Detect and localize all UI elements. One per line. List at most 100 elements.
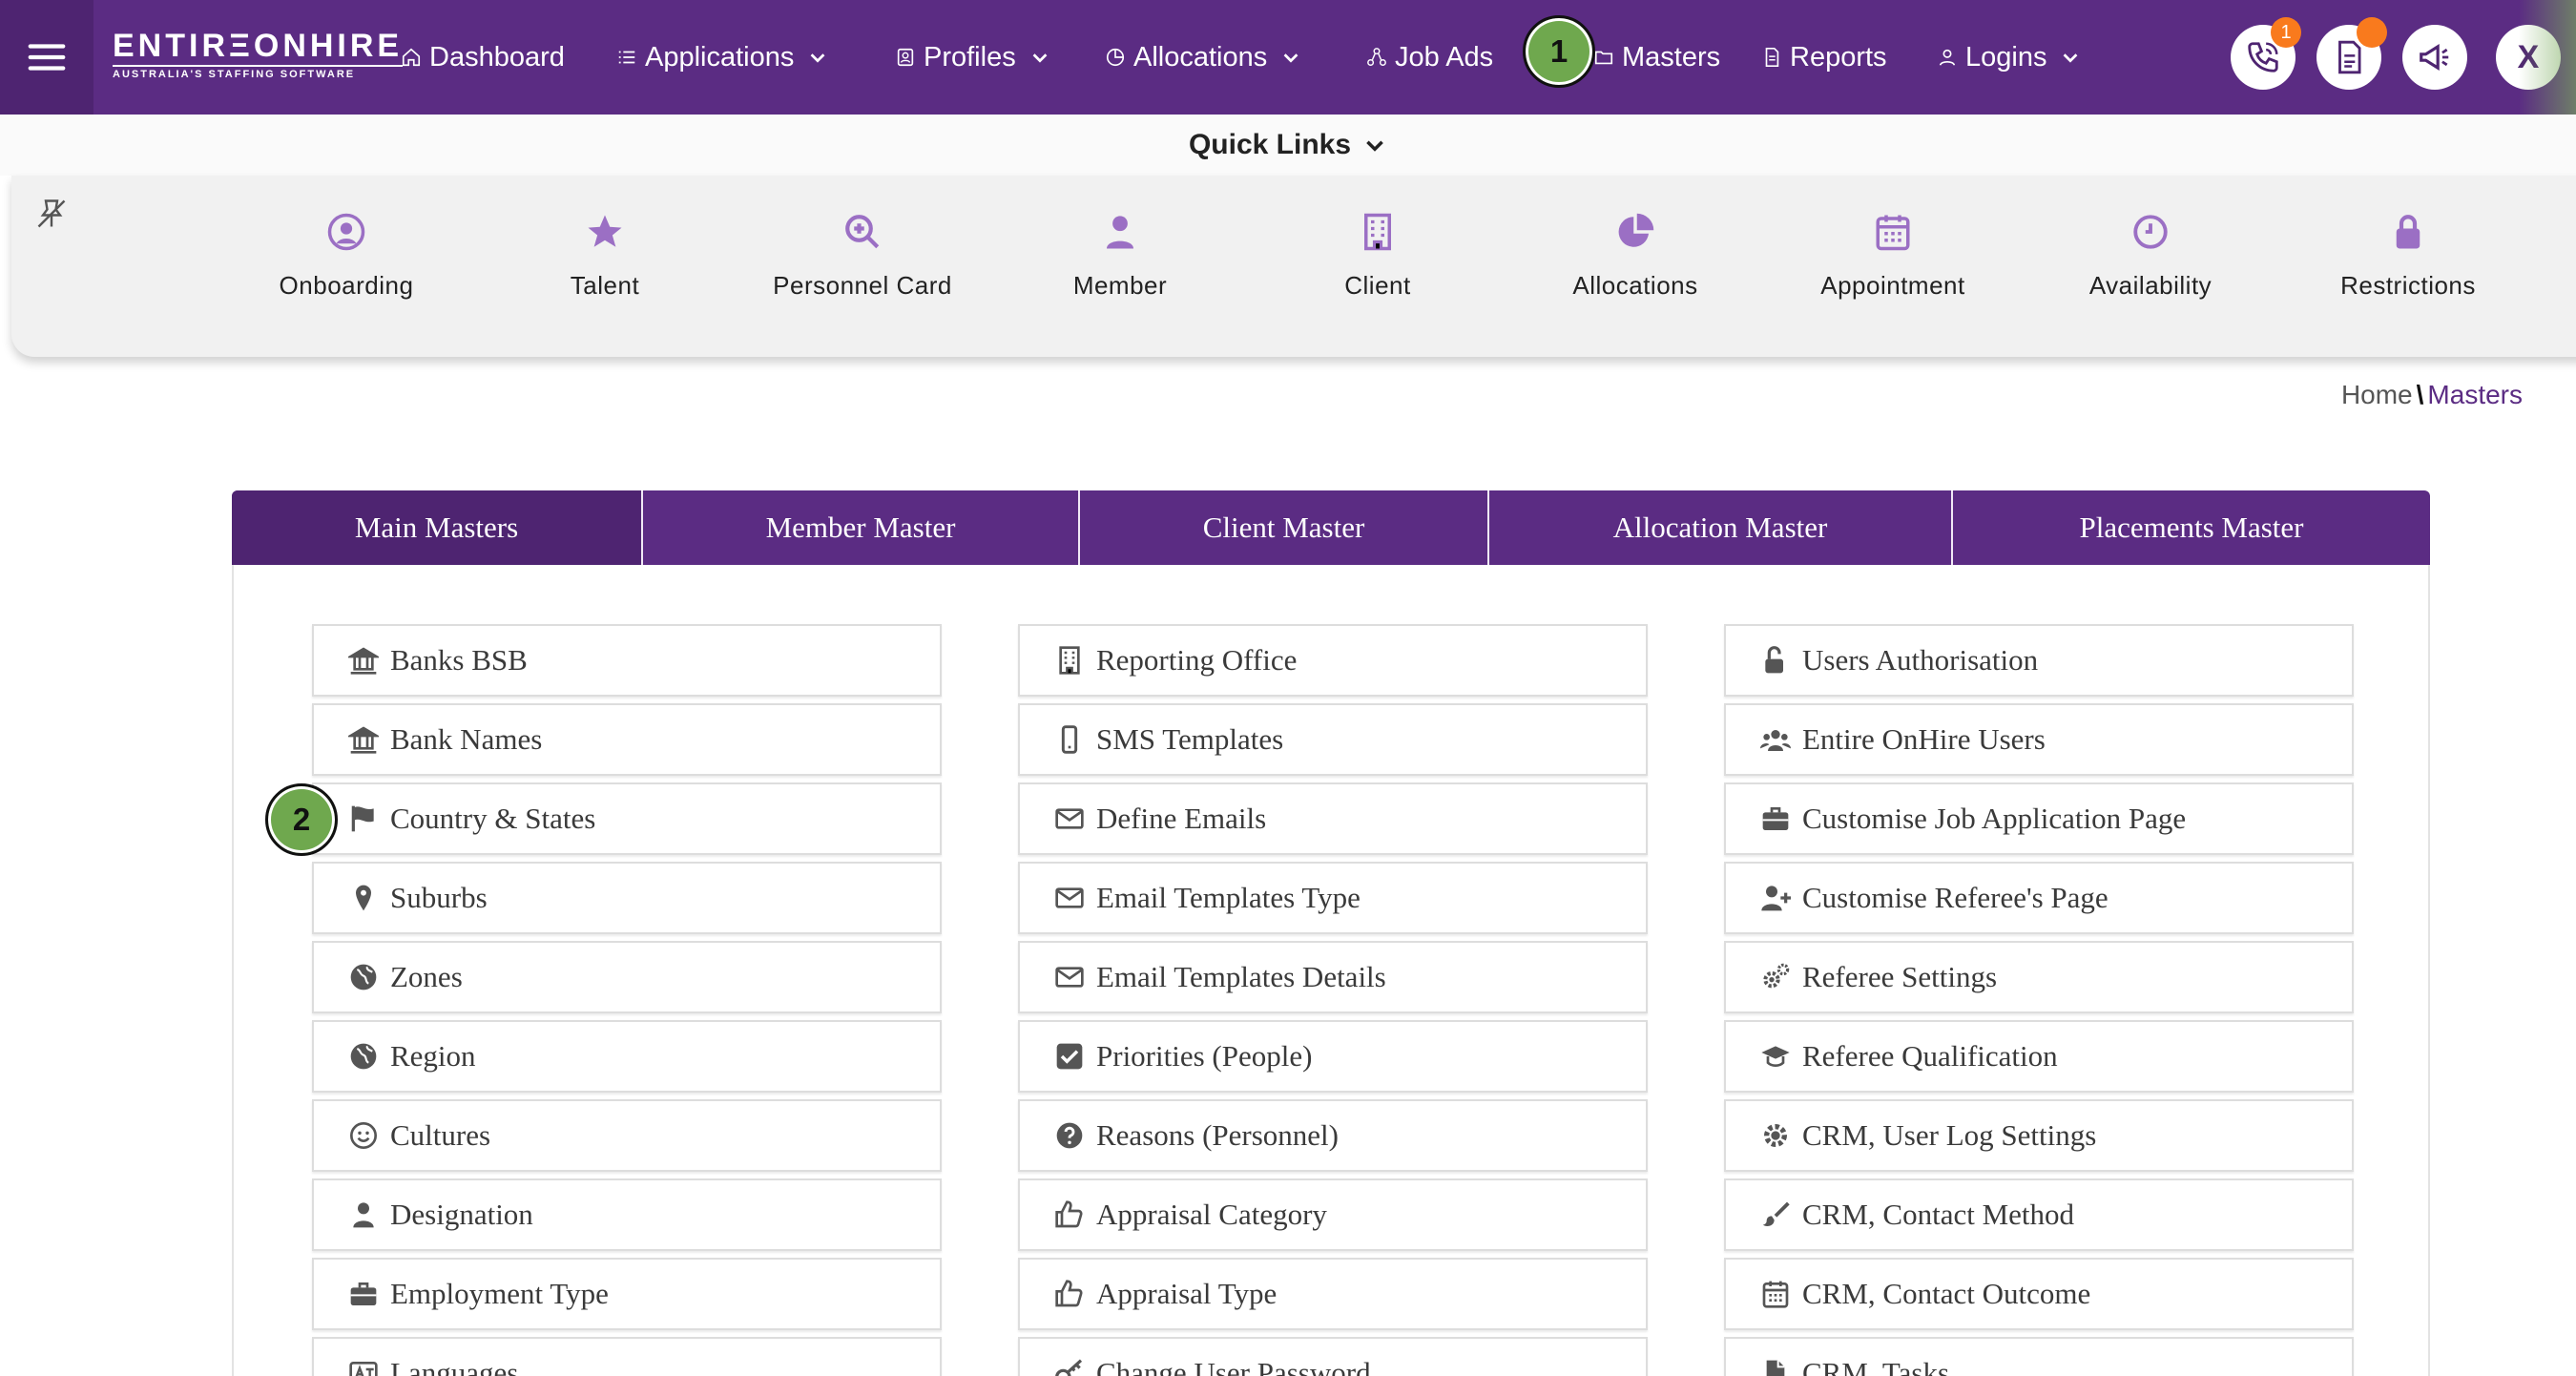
nav-dashboard-label: Dashboard bbox=[429, 41, 565, 73]
app-logo[interactable]: ENTIRΞONHIRE AUSTRALIA'S STAFFING SOFTWA… bbox=[113, 29, 404, 80]
master-languages[interactable]: Languages bbox=[312, 1337, 942, 1376]
quick-link-onboarding[interactable]: Onboarding bbox=[218, 208, 475, 301]
master-referee-settings[interactable]: Referee Settings bbox=[1724, 941, 2354, 1013]
nav-job-ads[interactable]: Job Ads bbox=[1366, 36, 1493, 78]
master-reporting-office[interactable]: Reporting Office bbox=[1018, 624, 1648, 697]
id-card-icon bbox=[897, 48, 914, 67]
master-appraisal-type[interactable]: Appraisal Type bbox=[1018, 1258, 1648, 1330]
master-users-authorisation[interactable]: Users Authorisation bbox=[1724, 624, 2354, 697]
tab-placements-master[interactable]: Placements Master bbox=[1953, 490, 2430, 565]
unpin-icon[interactable] bbox=[34, 197, 69, 231]
nav-reports[interactable]: Reports bbox=[1761, 36, 1887, 78]
users-icon bbox=[1760, 730, 1791, 751]
master-referee-qualification[interactable]: Referee Qualification bbox=[1724, 1020, 2354, 1093]
master-label: CRM, Tasks bbox=[1802, 1356, 1950, 1376]
breadcrumb-separator: \ bbox=[2416, 380, 2424, 409]
quick-link-client[interactable]: Client bbox=[1249, 208, 1506, 301]
quick-link-appointment[interactable]: Appointment bbox=[1764, 208, 2022, 301]
nav-profiles[interactable]: Profiles bbox=[895, 36, 1050, 78]
master-sms-templates[interactable]: SMS Templates bbox=[1018, 703, 1648, 776]
master-designation[interactable]: Designation bbox=[312, 1178, 942, 1251]
nav-dashboard[interactable]: Dashboard bbox=[401, 36, 565, 78]
master-employment-type[interactable]: Employment Type bbox=[312, 1258, 942, 1330]
master-email-templates-type[interactable]: Email Templates Type bbox=[1018, 862, 1648, 934]
notes-button[interactable] bbox=[2316, 17, 2387, 90]
master-crm-tasks[interactable]: CRM, Tasks bbox=[1724, 1337, 2354, 1376]
master-label: Priorities (People) bbox=[1096, 1039, 1313, 1073]
calls-count-badge: 1 bbox=[2271, 17, 2301, 48]
tab-client-master[interactable]: Client Master bbox=[1080, 490, 1489, 565]
tab-main-masters[interactable]: Main Masters bbox=[232, 490, 643, 565]
master-region[interactable]: Region bbox=[312, 1020, 942, 1093]
master-country-states[interactable]: Country & States bbox=[312, 782, 942, 855]
thumbs-up-icon bbox=[1055, 1280, 1083, 1307]
master-label: Referee Qualification bbox=[1802, 1039, 2058, 1073]
announcements-button[interactable] bbox=[2402, 25, 2467, 90]
globe-icon bbox=[350, 964, 377, 990]
master-label: SMS Templates bbox=[1096, 722, 1284, 756]
master-label: CRM, Contact Outcome bbox=[1802, 1277, 2091, 1310]
bank-icon bbox=[348, 726, 379, 754]
calendar-icon bbox=[1762, 1281, 1789, 1308]
menu-toggle-button[interactable] bbox=[0, 0, 93, 115]
nav-masters[interactable]: Masters bbox=[1593, 36, 1720, 78]
megaphone-icon bbox=[2420, 44, 2449, 71]
tab-allocation-master[interactable]: Allocation Master bbox=[1489, 490, 1953, 565]
master-cultures[interactable]: Cultures bbox=[312, 1099, 942, 1172]
master-reasons-personnel[interactable]: Reasons (Personnel) bbox=[1018, 1099, 1648, 1172]
top-navbar: ENTIRΞONHIRE AUSTRALIA'S STAFFING SOFTWA… bbox=[0, 0, 2576, 115]
quick-link-availability[interactable]: Availability bbox=[2022, 208, 2279, 301]
quick-link-restrictions[interactable]: Restrictions bbox=[2279, 208, 2537, 301]
nav-allocations[interactable]: Allocations bbox=[1105, 36, 1301, 78]
master-crm-contact-method[interactable]: CRM, Contact Method bbox=[1724, 1178, 2354, 1251]
search-plus-icon bbox=[845, 215, 880, 249]
quick-link-personnel-card[interactable]: Personnel Card bbox=[734, 208, 991, 301]
quick-link-talent[interactable]: Talent bbox=[476, 208, 734, 301]
building-icon bbox=[1364, 213, 1391, 251]
pie-chart-icon bbox=[1618, 213, 1654, 247]
master-bank-names[interactable]: Bank Names bbox=[312, 703, 942, 776]
envelope-icon bbox=[1055, 887, 1084, 908]
person-icon bbox=[353, 1202, 374, 1228]
calls-button[interactable]: 1 bbox=[2231, 17, 2301, 90]
folder-icon bbox=[1594, 51, 1613, 65]
master-entire-onhire-users[interactable]: Entire OnHire Users bbox=[1724, 703, 2354, 776]
master-banks-bsb[interactable]: Banks BSB bbox=[312, 624, 942, 697]
chevron-down-icon bbox=[810, 53, 825, 63]
nav-logins-label: Logins bbox=[1965, 41, 2047, 73]
quick-link-allocations[interactable]: Allocations bbox=[1506, 208, 1764, 301]
quick-link-member[interactable]: Member bbox=[991, 208, 1249, 301]
paint-brush-icon bbox=[1762, 1201, 1790, 1226]
master-customise-referees-page[interactable]: Customise Referee's Page bbox=[1724, 862, 2354, 934]
cogs-icon bbox=[1763, 963, 1790, 989]
pie-icon bbox=[1106, 48, 1125, 67]
quick-link-personnel-card-label: Personnel Card bbox=[773, 271, 952, 300]
question-circle-icon bbox=[1056, 1122, 1083, 1149]
tab-member-master[interactable]: Member Master bbox=[643, 490, 1080, 565]
quick-link-client-label: Client bbox=[1344, 271, 1411, 300]
master-label: Define Emails bbox=[1096, 802, 1267, 835]
quick-link-onboarding-label: Onboarding bbox=[279, 271, 414, 300]
quick-links-title: Quick Links bbox=[1188, 129, 1352, 160]
hamburger-icon bbox=[28, 44, 66, 71]
home-icon bbox=[402, 48, 421, 67]
master-crm-user-log-settings[interactable]: CRM, User Log Settings bbox=[1724, 1099, 2354, 1172]
master-label: Change User Password bbox=[1096, 1356, 1371, 1376]
master-zones[interactable]: Zones bbox=[312, 941, 942, 1013]
master-label: Suburbs bbox=[390, 881, 488, 914]
map-marker-icon bbox=[356, 885, 371, 911]
calendar-icon bbox=[1876, 215, 1910, 251]
master-priorities-people[interactable]: Priorities (People) bbox=[1018, 1020, 1648, 1093]
nav-logins[interactable]: Logins bbox=[1937, 36, 2081, 78]
master-crm-contact-outcome[interactable]: CRM, Contact Outcome bbox=[1724, 1258, 2354, 1330]
master-suburbs[interactable]: Suburbs bbox=[312, 862, 942, 934]
quick-links-toggle[interactable]: Quick Links bbox=[0, 115, 2576, 176]
master-customise-job-application-page[interactable]: Customise Job Application Page bbox=[1724, 782, 2354, 855]
nav-applications[interactable]: Applications bbox=[616, 36, 828, 78]
breadcrumb-home[interactable]: Home bbox=[2341, 380, 2413, 409]
master-email-templates-details[interactable]: Email Templates Details bbox=[1018, 941, 1648, 1013]
master-label: Referee Settings bbox=[1802, 960, 1998, 993]
master-appraisal-category[interactable]: Appraisal Category bbox=[1018, 1178, 1648, 1251]
master-change-user-password[interactable]: Change User Password bbox=[1018, 1337, 1648, 1376]
master-define-emails[interactable]: Define Emails bbox=[1018, 782, 1648, 855]
